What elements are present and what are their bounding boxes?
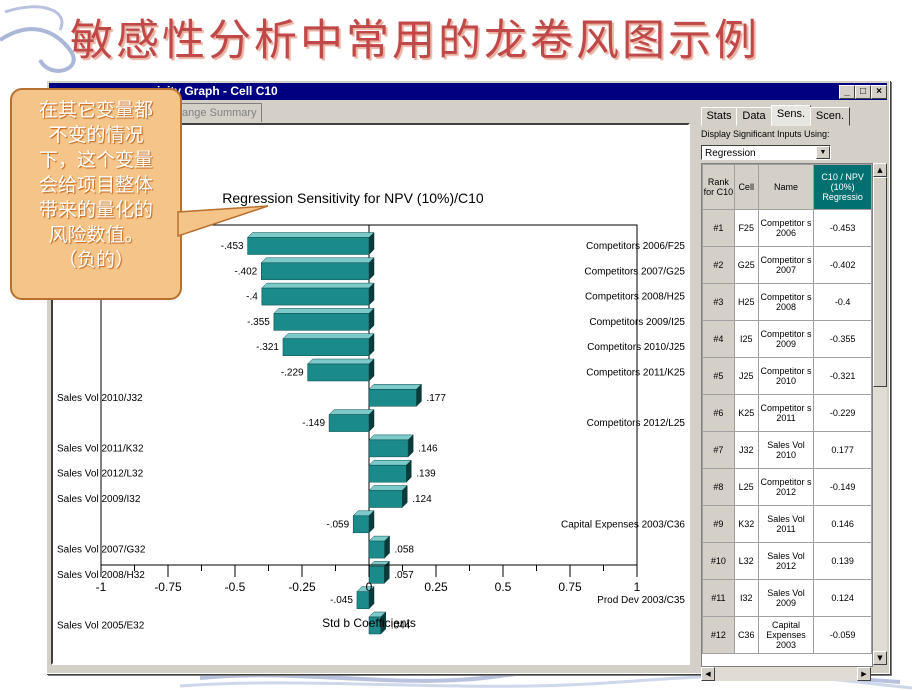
callout-pointer: [177, 205, 269, 238]
